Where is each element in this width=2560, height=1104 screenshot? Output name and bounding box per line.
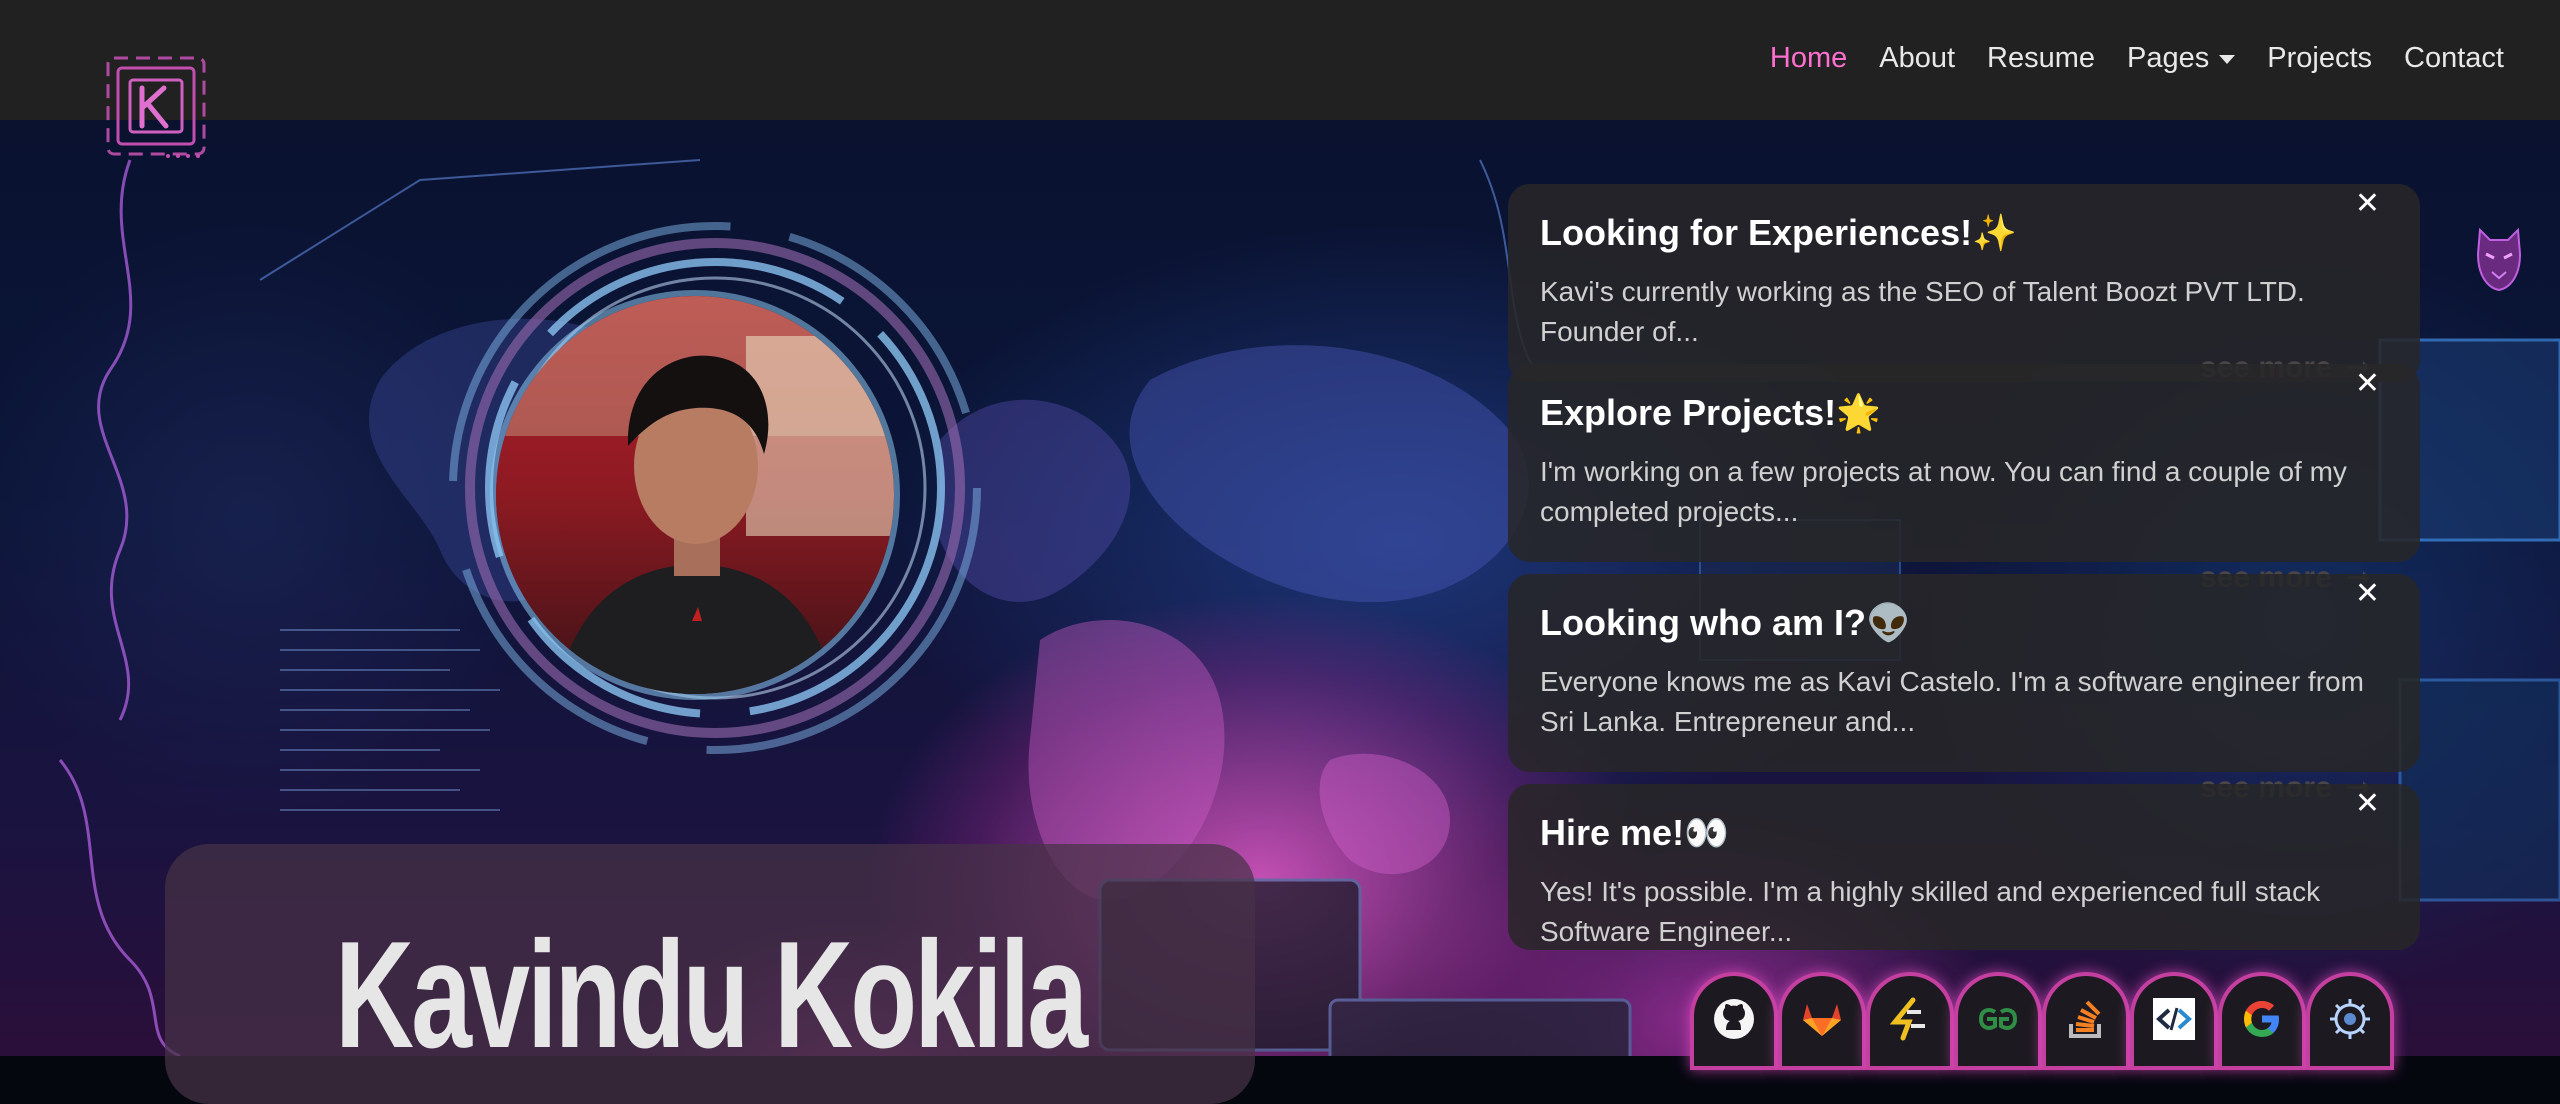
toast-about: ✕ Looking who am I?👽 Everyone knows me a… [1508,574,2420,772]
toast-projects: ✕ Explore Projects!🌟 I'm working on a fe… [1508,364,2420,562]
globe-icon[interactable] [2310,976,2390,1066]
nav-about[interactable]: About [1863,36,1971,80]
stackoverflow-icon[interactable] [2046,976,2126,1066]
close-icon[interactable]: ✕ [2355,574,2380,614]
toast-body: Everyone knows me as Kavi Castelo. I'm a… [1540,666,2364,737]
nav-contact[interactable]: Contact [2388,36,2520,80]
toast-title: Explore Projects!🌟 [1540,392,1881,433]
toast-title: Looking for Experiences!✨ [1540,212,2017,253]
nav-pages-label: Pages [2127,42,2210,74]
github-icon[interactable] [1694,976,1774,1066]
geeksforgeeks-icon[interactable] [1958,976,2038,1066]
panther-icon[interactable] [2474,224,2524,292]
nav-links: Home About Resume Pages Projects Contact [1754,36,2520,80]
toast-hire: ✕ Hire me!👀 Yes! It's possible. I'm a hi… [1508,784,2420,950]
close-icon[interactable]: ✕ [2355,184,2380,224]
nav-projects[interactable]: Projects [2251,36,2388,80]
gitlab-icon[interactable] [1782,976,1862,1066]
nav-home[interactable]: Home [1754,36,1863,80]
top-navbar: Home About Resume Pages Projects Contact [0,0,2560,120]
close-icon[interactable]: ✕ [2355,364,2380,404]
nav-resume[interactable]: Resume [1971,36,2111,80]
profile-photo [496,296,894,694]
hackerrank-icon[interactable] [1870,976,1950,1066]
google-icon[interactable] [2222,976,2302,1066]
toast-body: Kavi's currently working as the SEO of T… [1540,276,2305,347]
social-links [1694,976,2390,1066]
hero-name: Kavindu Kokila [335,910,1088,1080]
toast-title: Hire me!👀 [1540,812,1729,853]
toast-body: I'm working on a few projects at now. Yo… [1540,456,2347,527]
chevron-down-icon [2219,54,2236,64]
toast-title: Looking who am I?👽 [1540,602,1911,643]
nav-pages-dropdown[interactable]: Pages [2111,36,2251,80]
codepen-icon[interactable] [2134,976,2214,1066]
close-icon[interactable]: ✕ [2355,784,2380,824]
site-logo[interactable] [100,52,212,162]
toast-body: Yes! It's possible. I'm a highly skilled… [1540,876,2321,947]
